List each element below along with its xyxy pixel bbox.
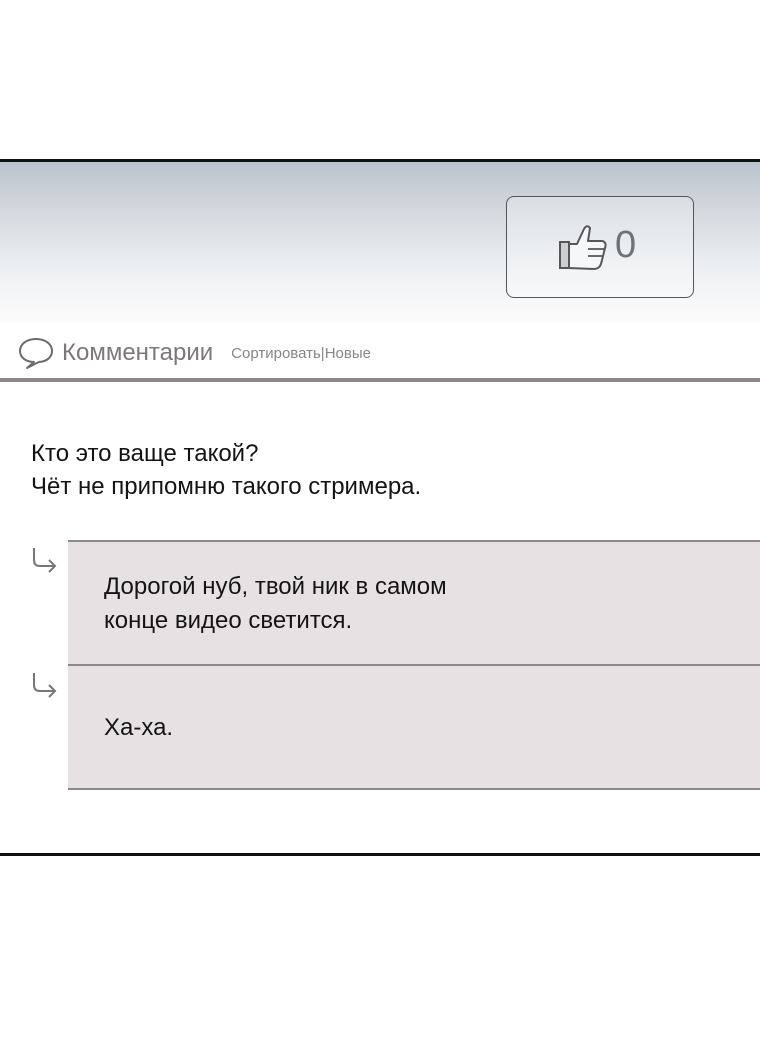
reply-arrow-icon [33, 548, 57, 573]
reply-text: Ха-ха. [104, 711, 173, 745]
reply-arrow-icon [33, 673, 57, 698]
main-comment-line: Чёт не припомню такого стримера. [31, 473, 422, 500]
comment-panel: 0 Комментарии Сортировать|Новые Кто это … [0, 159, 760, 856]
like-count: 0 [615, 224, 637, 266]
reply-line: Дорогой нуб, твой ник в самом [104, 573, 447, 600]
comments-title: Комментарии [62, 339, 214, 366]
comment-bubble-icon [19, 338, 53, 369]
comments-header: Комментарии Сортировать|Новые [18, 335, 371, 371]
reply-item: Ха-ха. [68, 664, 760, 790]
header-divider [0, 378, 760, 382]
main-comment-line: Кто это ваще такой? [31, 440, 259, 467]
thumbs-up-icon [559, 225, 607, 270]
reply-text: Дорогой нуб, твой ник в самом конце виде… [104, 570, 447, 638]
main-comment-text: Кто это ваще такой? Чёт не припомню тако… [31, 437, 421, 503]
like-button[interactable]: 0 [506, 196, 694, 298]
video-preview-area: 0 [0, 162, 760, 322]
reply-line: конце видео светится. [104, 607, 353, 634]
sort-newest-option[interactable]: Сортировать|Новые [231, 345, 371, 362]
reply-line: Ха-ха. [104, 714, 174, 741]
reply-item: Дорогой нуб, твой ник в самом конце виде… [68, 540, 760, 665]
